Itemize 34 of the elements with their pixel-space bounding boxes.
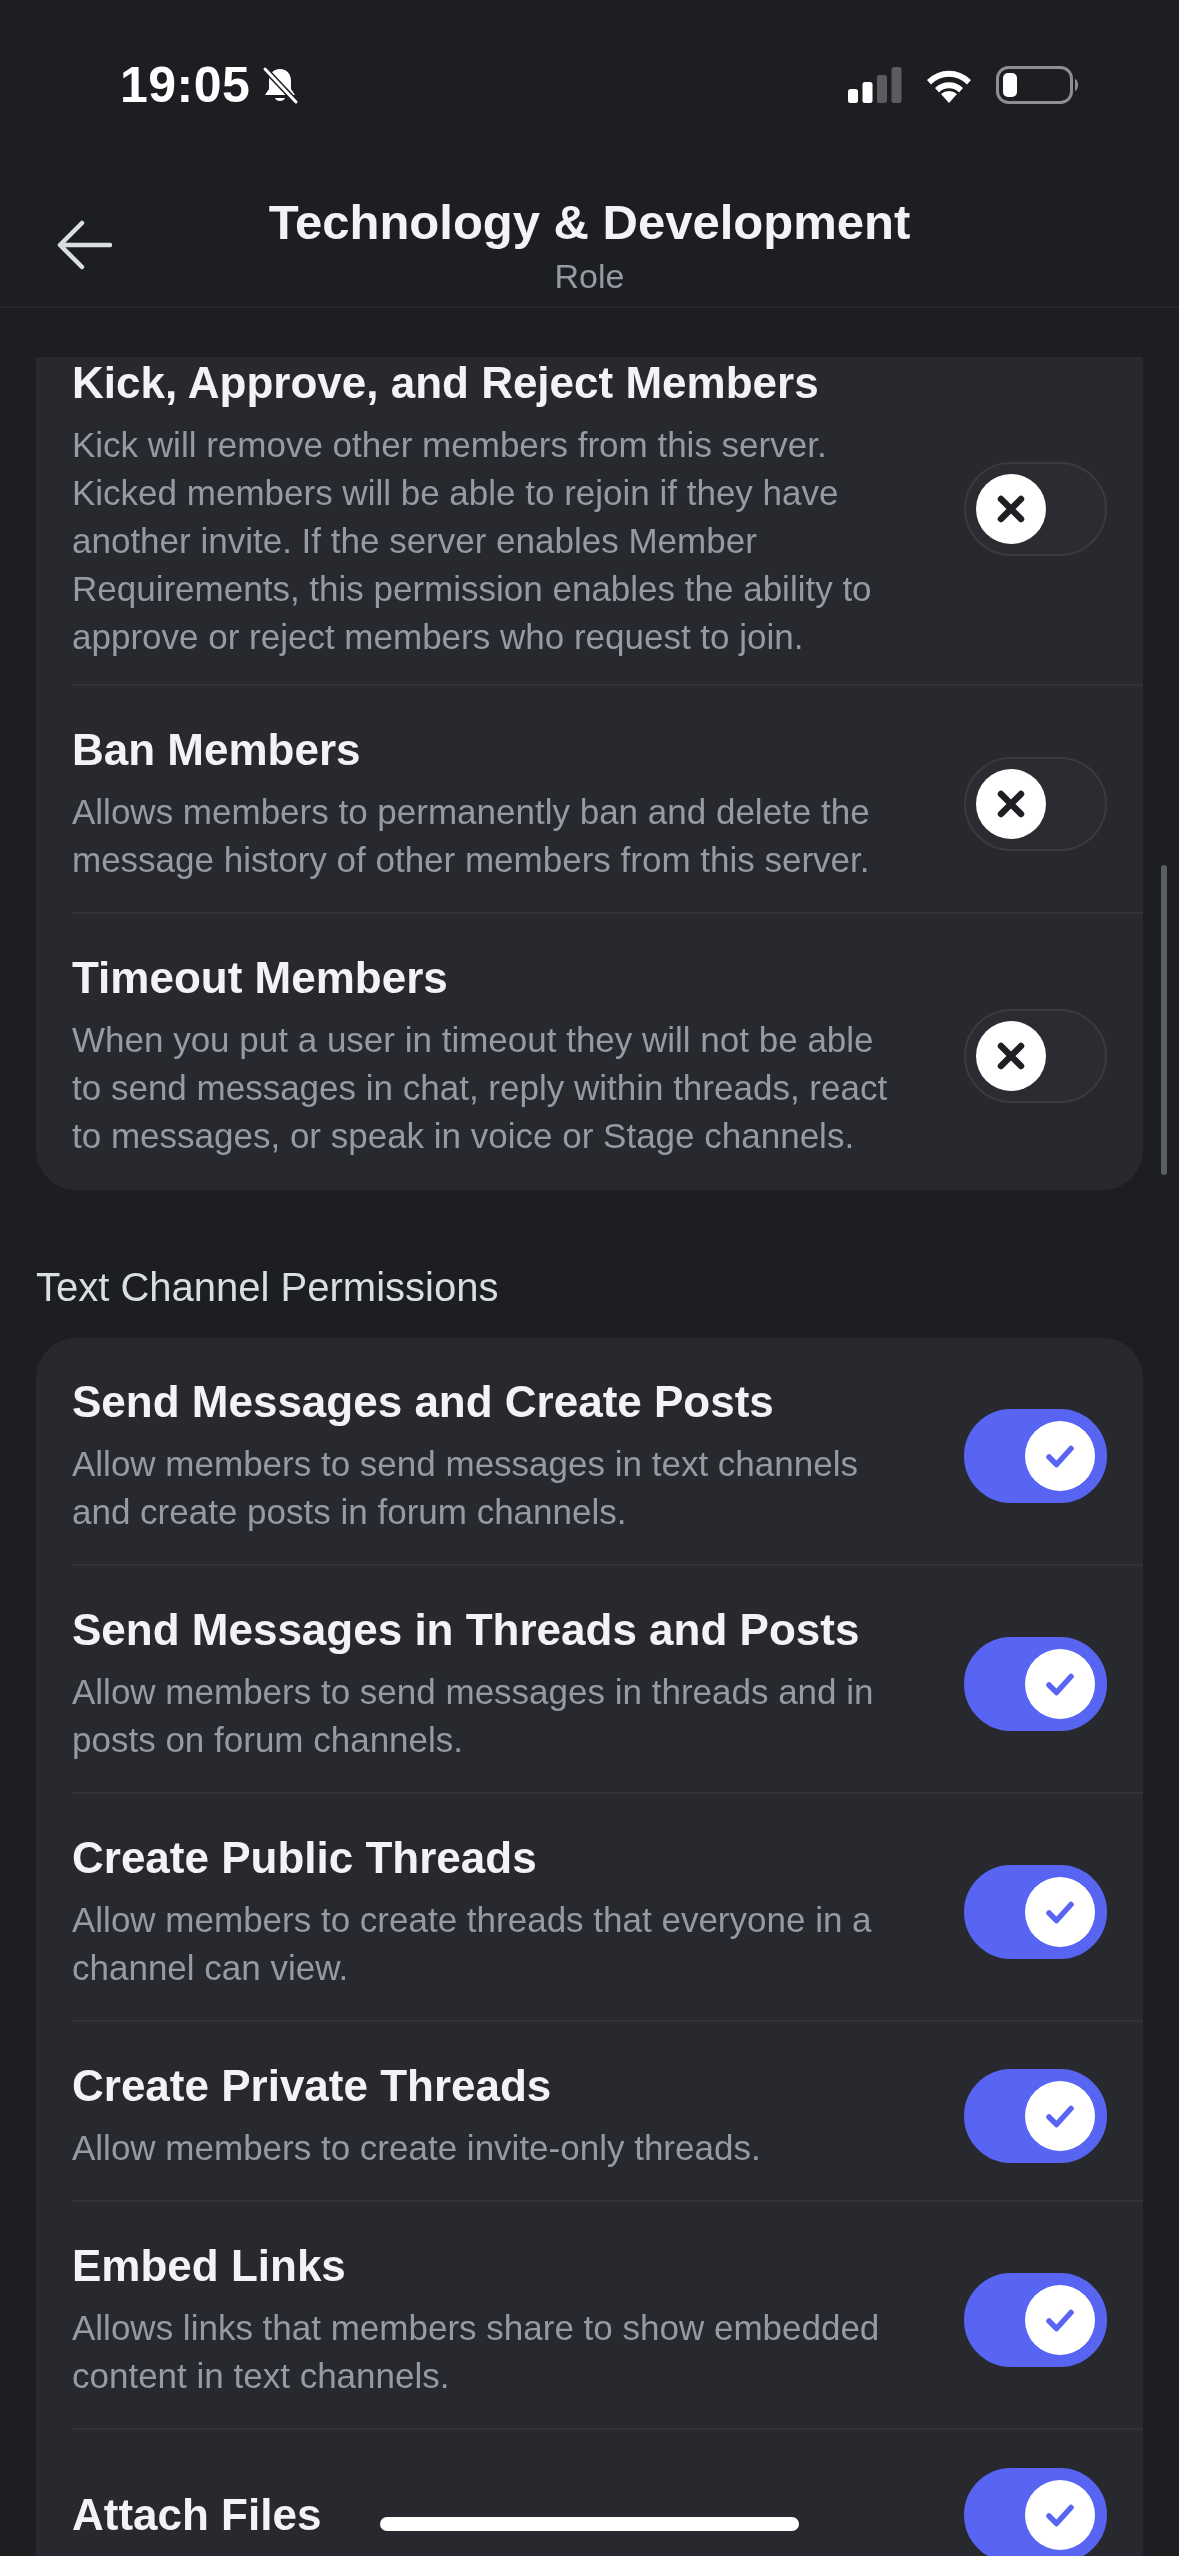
permission-title: Kick, Approve, and Reject Members	[72, 357, 819, 409]
page-subtitle: Role	[554, 256, 625, 297]
page-title: Technology & Development	[268, 194, 911, 251]
permission-title: Send Messages in Threads and Posts	[72, 1604, 860, 1656]
checkmark-icon	[1025, 2480, 1095, 2550]
permission-description: Allow members to create threads that everyone in a channel can view.	[72, 1899, 873, 1989]
checkmark-icon	[1025, 1877, 1095, 1947]
x-mark-icon	[976, 1021, 1046, 1091]
battery-icon	[996, 66, 1080, 104]
permission-title: Create Public Threads	[72, 1832, 537, 1884]
x-mark-icon	[976, 474, 1046, 544]
permission-description: Allows links that members share to show embedded content in text channels.	[72, 2307, 881, 2397]
signal-icon	[848, 67, 902, 103]
permission-title: Send Messages and Create Posts	[72, 1376, 774, 1428]
permission-title: Embed Links	[72, 2240, 346, 2292]
permission-title: Ban Members	[72, 724, 361, 776]
section-heading: Text Channel Permissions	[36, 1264, 499, 1310]
permission-title: Timeout Members	[72, 952, 448, 1004]
status-time: 19:05	[120, 56, 251, 115]
checkmark-icon	[1025, 1421, 1095, 1491]
permission-title: Attach Files	[72, 2489, 322, 2541]
checkmark-icon	[1025, 1649, 1095, 1719]
permission-description: Allows members to permanently ban and delete the message history of other members from this server.	[72, 791, 871, 881]
permission-description: Allow members to send messages in threads and in posts on forum channels.	[72, 1671, 875, 1761]
checkmark-icon	[1025, 2081, 1095, 2151]
permission-title: Create Private Threads	[72, 2060, 552, 2112]
permission-description: Kick will remove other members from this server. Kicked members will be able to rejoin if they have another invite. If the server enables Member Requirements, this permission enables the ability to approve or reject members who request to join.	[72, 424, 873, 658]
back-arrow-icon	[56, 220, 112, 270]
permission-description: When you put a user in timeout they will not be able to send messages in chat, reply within threads, react to messages, or speak in voice or Stage channels.	[72, 1019, 889, 1157]
checkmark-icon	[1025, 2285, 1095, 2355]
permission-description: Allow members to create invite-only threads.	[72, 2127, 761, 2169]
permission-description: Allow members to send messages in text channels and create posts in forum channels.	[72, 1443, 859, 1533]
x-mark-icon	[976, 769, 1046, 839]
bell-slash-icon	[260, 65, 301, 105]
